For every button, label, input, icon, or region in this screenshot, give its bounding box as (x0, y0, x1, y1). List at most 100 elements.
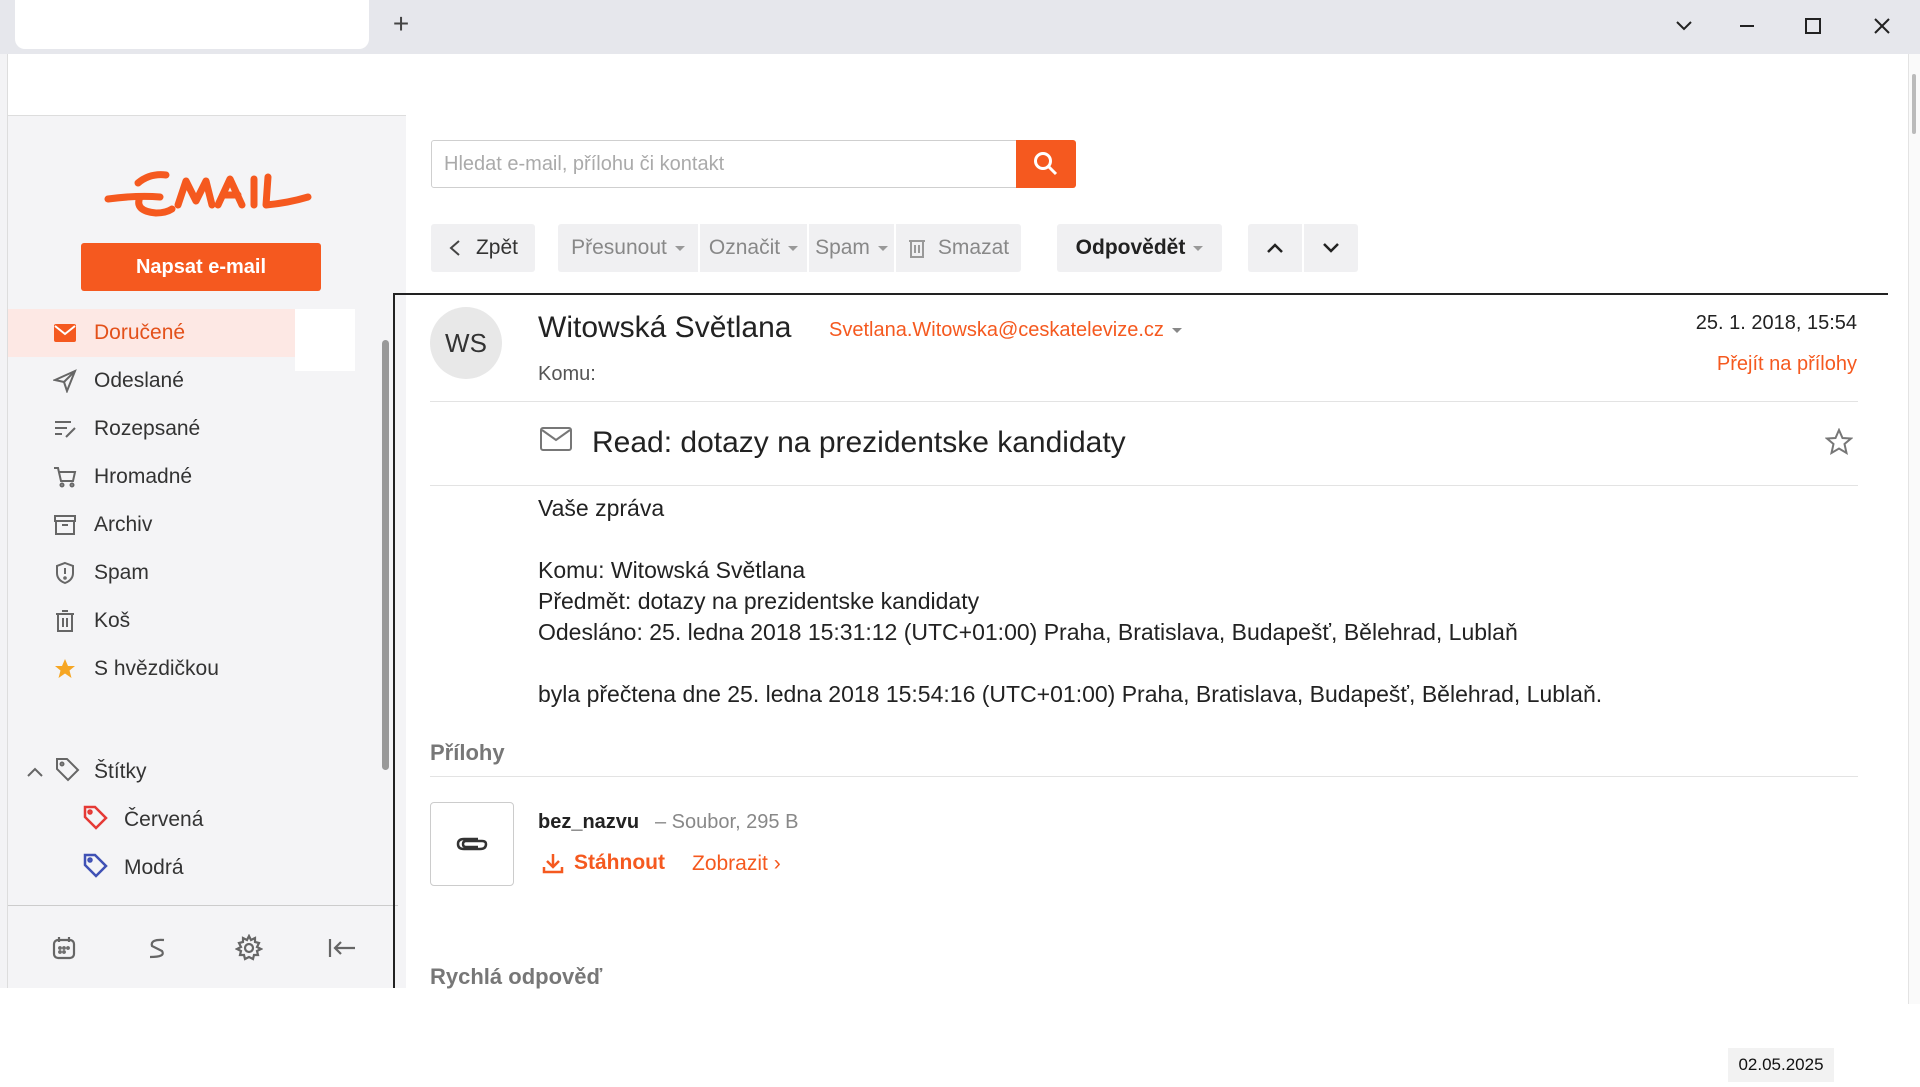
cart-icon (52, 464, 78, 490)
sidebar-item-trash[interactable]: Koš (8, 597, 391, 645)
star-icon (52, 656, 78, 682)
message-body-line: Odesláno: 25. ledna 2018 15:31:12 (UTC+0… (538, 619, 1518, 645)
goto-attachments-link[interactable]: Přejít na přílohy (1717, 353, 1857, 376)
tag-icon (54, 756, 80, 788)
star-toggle-icon[interactable] (1824, 427, 1854, 461)
sidebar-item-starred[interactable]: S hvězdičkou (8, 645, 391, 693)
mark-button[interactable]: Označit (700, 224, 807, 272)
recipient-label: Komu: (538, 363, 596, 385)
delete-button[interactable]: Smazat (896, 224, 1021, 272)
sender-name[interactable]: Witowská Světlana (538, 311, 791, 345)
trash-icon (908, 240, 925, 258)
spam-button[interactable]: Spam (809, 224, 894, 272)
chevron-left-icon (449, 240, 460, 256)
download-icon (542, 854, 564, 874)
search-button[interactable] (1016, 140, 1076, 188)
move-label: Přesunout (571, 236, 667, 259)
delete-label: Smazat (937, 236, 1010, 259)
download-attachment-link[interactable]: Stáhnout (542, 851, 665, 875)
reply-label: Odpovědět (1075, 236, 1186, 259)
sidebar-item-label: Červená (124, 808, 204, 831)
sidebar-item-label: S hvězdičkou (94, 657, 219, 680)
mark-label: Označit (708, 236, 781, 259)
view-attachment-link[interactable]: Zobrazit › (692, 852, 781, 876)
caret-down-icon (1171, 328, 1182, 333)
caret-down-icon (788, 245, 799, 251)
sidebar-item-label: Odeslané (94, 369, 184, 392)
minimize-icon[interactable] (1727, 8, 1767, 44)
reply-button[interactable]: Odpovědět (1057, 224, 1222, 272)
sidebar-item-label: Doručené (94, 321, 186, 344)
tag-red-icon (82, 804, 108, 836)
spam-label: Spam (815, 236, 870, 259)
browser-tab[interactable] (15, 0, 369, 49)
sidebar-scrollbar[interactable] (380, 328, 390, 903)
avatar: WS (430, 307, 502, 379)
page-scrollbar[interactable] (1908, 54, 1920, 1004)
archive-icon (52, 512, 78, 538)
sidebar-item-label-red[interactable]: Červená (8, 796, 391, 844)
sender-email-text: Svetlana.Witowska@ceskatelevize.cz (829, 319, 1164, 341)
trash-icon (52, 608, 78, 634)
tab-list-chevron-icon[interactable] (1664, 8, 1704, 44)
attachment-meta: – Soubor, 295 B (655, 811, 799, 833)
sidebar-item-spam[interactable]: Spam (8, 549, 391, 597)
message-body-line: Předmět: dotazy na prezidentske kandidat… (538, 588, 980, 614)
sidebar-item-inbox[interactable]: Doručené (8, 309, 295, 357)
divider (430, 485, 1858, 486)
collapse-sidebar-icon[interactable] (324, 930, 360, 966)
quick-reply-heading: Rychlá odpověď (430, 964, 603, 989)
chevron-up-icon[interactable] (26, 760, 44, 784)
sender-email[interactable]: Svetlana.Witowska@ceskatelevize.cz (829, 319, 1182, 342)
message-date: 25. 1. 2018, 15:54 (1695, 312, 1857, 334)
message-body-line: Komu: Witowská Světlana (538, 557, 806, 583)
close-icon[interactable] (1862, 8, 1902, 44)
paperclip-icon (456, 837, 488, 851)
back-button[interactable]: Zpět (431, 224, 535, 272)
attachments-heading: Přílohy (430, 740, 505, 765)
chevron-up-icon (1267, 243, 1283, 253)
download-label: Stáhnout (574, 851, 665, 874)
compose-button[interactable]: Napsat e-mail (81, 243, 321, 291)
move-button[interactable]: Přesunout (558, 224, 698, 272)
sidebar-item-label-blue[interactable]: Modrá (8, 844, 391, 892)
sidebar-footer (8, 905, 398, 989)
date-stamp: 02.05.2025 (1728, 1048, 1834, 1082)
next-message-button[interactable] (1304, 224, 1358, 272)
new-tab-button[interactable]: + (388, 8, 414, 40)
envelope-icon (540, 426, 572, 457)
previous-message-button[interactable] (1248, 224, 1302, 272)
caret-down-icon (1193, 245, 1204, 251)
sidebar-item-bulk[interactable]: Hromadné (8, 453, 391, 501)
sidebar-item-archive[interactable]: Archiv (8, 501, 391, 549)
sidebar-item-label: Archiv (94, 513, 153, 536)
attachment-thumbnail[interactable] (430, 802, 514, 886)
search-input[interactable] (431, 140, 1017, 188)
divider (430, 776, 1858, 777)
sidebar: Napsat e-mail Doručené Odeslané Rozepsan… (8, 115, 406, 988)
back-label: Zpět (475, 236, 519, 259)
labels-section-header[interactable]: Štítky (8, 748, 391, 796)
draft-icon (52, 416, 78, 442)
attachment-name: bez_nazvu (538, 811, 640, 833)
folder-list: Doručené Odeslané Rozepsané Hromadné Arc… (8, 309, 391, 693)
caret-down-icon (877, 245, 888, 251)
s-logo-icon[interactable] (139, 930, 175, 966)
page-left-edge (0, 54, 8, 988)
shield-icon (52, 560, 78, 586)
sidebar-item-drafts[interactable]: Rozepsané (8, 405, 391, 453)
caret-down-icon (674, 245, 685, 251)
labels-heading: Štítky (94, 760, 147, 783)
email-logo[interactable] (98, 161, 318, 221)
tag-blue-icon (82, 852, 108, 884)
message-subject: Read: dotazy na prezidentske kandidaty (592, 426, 1126, 459)
browser-titlebar: + (0, 0, 1920, 54)
gear-icon[interactable] (231, 930, 267, 966)
maximize-icon[interactable] (1793, 8, 1833, 44)
sidebar-item-label: Rozepsané (94, 417, 201, 440)
calendar-icon[interactable] (46, 930, 82, 966)
message-body-line: Vaše zpráva (538, 495, 665, 521)
sidebar-item-sent[interactable]: Odeslané (8, 357, 391, 405)
sidebar-item-label: Koš (94, 609, 131, 632)
chevron-down-icon (1323, 243, 1339, 253)
